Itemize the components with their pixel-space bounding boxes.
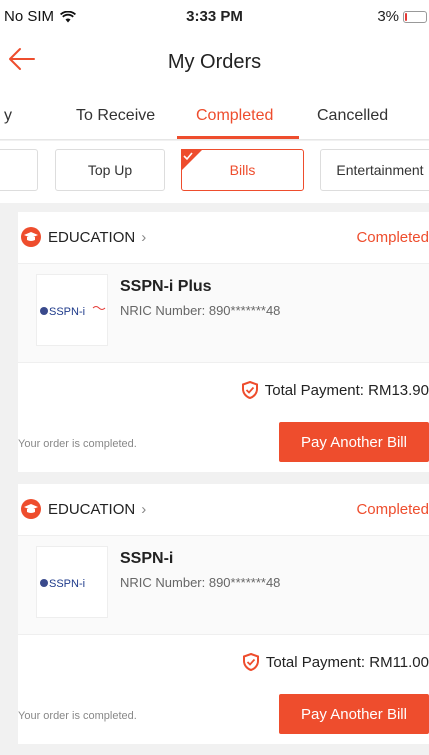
order-status: Completed (356, 229, 429, 246)
total-row: Total Payment: RM13.90 (18, 362, 429, 416)
total-payment: Total Payment: RM11.00 (242, 653, 429, 671)
shield-check-icon (242, 653, 259, 671)
active-tab-indicator (177, 136, 299, 139)
shield-check-icon (241, 381, 258, 399)
tab-to-receive[interactable]: To Receive (76, 107, 155, 125)
page-title: My Orders (167, 51, 262, 73)
category-label: EDUCATION (48, 228, 136, 246)
tab-completed[interactable]: Completed (196, 107, 273, 125)
tab-partial[interactable]: y (4, 107, 12, 125)
category-chips: Top Up Bills Entertainment (0, 141, 429, 203)
sspn-logo: SSPN-i (40, 578, 85, 590)
product-thumbnail: SSPN-i (36, 274, 108, 346)
order-card[interactable]: EDUCATION › Completed SSPN-i SSPN-i Plus… (18, 212, 429, 472)
chevron-right-icon: › (141, 500, 147, 518)
chevron-right-icon: › (141, 228, 147, 246)
action-row: Your order is completed. Pay Another Bil… (18, 416, 429, 472)
action-row: Your order is completed. Pay Another Bil… (18, 688, 429, 744)
battery-percent: 3% (377, 8, 399, 25)
total-payment: Total Payment: RM13.90 (241, 381, 429, 399)
svg-text:SSPN-i: SSPN-i (49, 306, 85, 318)
battery-icon (403, 10, 427, 23)
selected-check-icon (181, 149, 203, 171)
clock: 3:33 PM (186, 8, 243, 25)
total-row: Total Payment: RM11.00 (18, 634, 429, 688)
product-name: SSPN-i Plus (120, 278, 212, 295)
svg-text:SSPN-i: SSPN-i (49, 578, 85, 590)
order-item[interactable]: SSPN-i SSPN-i NRIC Number: 890*******48 (18, 536, 429, 634)
tab-cancelled[interactable]: Cancelled (317, 107, 388, 125)
order-status-tabs: y To Receive Completed Cancelled (0, 90, 429, 140)
order-card[interactable]: EDUCATION › Completed SSPN-i SSPN-i NRIC… (18, 484, 429, 744)
app-header: My Orders (0, 34, 429, 90)
total-payment-label: Total Payment: RM13.90 (264, 381, 429, 399)
status-bar: No SIM 3:33 PM 3% (0, 0, 429, 34)
chip-partial[interactable] (0, 149, 38, 191)
nric-number: NRIC Number: 890*******48 (120, 303, 281, 318)
order-card-header: EDUCATION › Completed (18, 484, 429, 536)
pay-another-bill-button[interactable]: Pay Another Bill (279, 694, 429, 734)
order-note: Your order is completed. (18, 710, 137, 722)
order-item[interactable]: SSPN-i SSPN-i Plus NRIC Number: 890*****… (18, 264, 429, 362)
chip-entertainment[interactable]: Entertainment (320, 149, 429, 191)
total-payment-label: Total Payment: RM11.00 (265, 653, 429, 671)
graduation-cap-icon (21, 499, 41, 519)
category-label: EDUCATION (48, 500, 136, 518)
product-name: SSPN-i (120, 550, 174, 567)
graduation-cap-icon (21, 227, 41, 247)
battery-indicator: 3% (377, 8, 427, 25)
pay-another-bill-button[interactable]: Pay Another Bill (279, 422, 429, 462)
chip-bills[interactable]: Bills (181, 149, 304, 191)
order-note: Your order is completed. (18, 438, 137, 450)
chip-bills-label: Bills (229, 162, 256, 178)
order-card-header: EDUCATION › Completed (18, 212, 429, 264)
category-link[interactable]: EDUCATION › (20, 498, 146, 520)
order-status: Completed (356, 501, 429, 518)
product-thumbnail: SSPN-i (36, 546, 108, 618)
chip-top-up[interactable]: Top Up (55, 149, 165, 191)
sspn-logo: SSPN-i (40, 306, 106, 318)
category-link[interactable]: EDUCATION › (20, 226, 146, 248)
nric-number: NRIC Number: 890*******48 (120, 575, 281, 590)
